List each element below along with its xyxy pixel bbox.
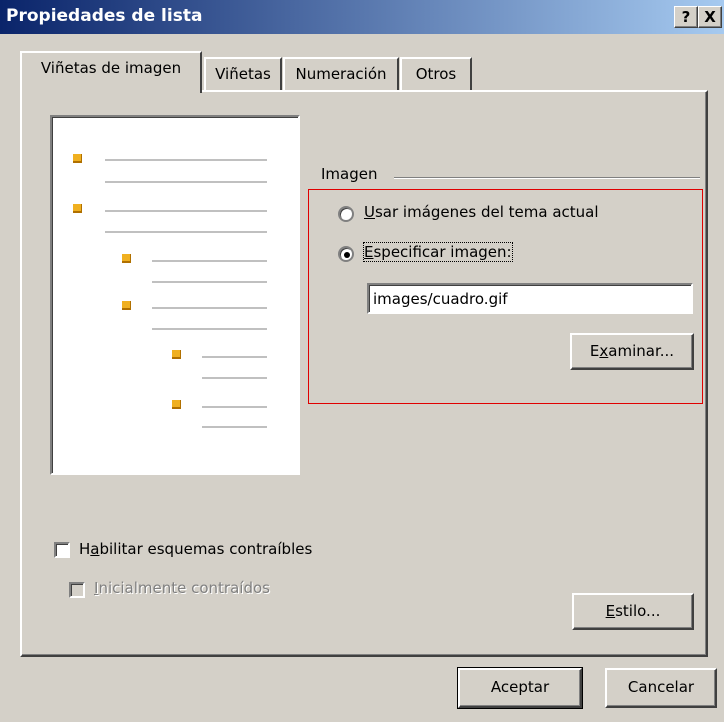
tab-label: Otros	[415, 65, 457, 83]
bullet-preview	[50, 115, 300, 475]
preview-line	[152, 307, 267, 309]
initially-collapsed-label: Inicialmente contraídos	[94, 579, 270, 597]
bullet-icon	[172, 400, 181, 409]
style-button[interactable]: Estilo...	[572, 593, 694, 630]
accelerator-key: x	[599, 342, 609, 360]
group-label-imagen: Imagen	[321, 165, 378, 183]
enable-collapsible-checkbox[interactable]	[54, 542, 70, 558]
preview-line	[202, 406, 267, 408]
radio-specify-label[interactable]: Especificar imagen:	[363, 242, 513, 262]
tab-numeracion[interactable]: Numeración	[283, 57, 399, 91]
ok-button[interactable]: Aceptar	[457, 667, 583, 709]
bullet-icon	[73, 204, 82, 213]
bullet-icon	[122, 254, 131, 263]
preview-line	[105, 181, 267, 183]
image-path-input[interactable]: images/cuadro.gif	[367, 283, 693, 314]
group-divider	[394, 177, 700, 179]
bullet-icon	[122, 301, 131, 310]
preview-line	[105, 159, 267, 161]
preview-line	[105, 231, 267, 233]
tab-vinetas-de-imagen[interactable]: Viñetas de imagen	[20, 51, 202, 93]
tab-vinetas[interactable]: Viñetas	[204, 57, 282, 91]
preview-line	[202, 356, 267, 358]
bullet-icon	[172, 350, 181, 359]
title-bar[interactable]: Propiedades de lista ? X	[0, 0, 724, 34]
label-text: nicialmente contraídos	[98, 579, 270, 597]
enable-collapsible-label[interactable]: Habilitar esquemas contraíbles	[79, 540, 312, 558]
label-text: sar imágenes del tema actual	[374, 203, 599, 221]
preview-line	[202, 377, 267, 379]
preview-line	[152, 328, 267, 330]
radio-use-theme-images[interactable]	[338, 206, 354, 222]
preview-line	[202, 426, 267, 428]
window-title: Propiedades de lista	[6, 6, 203, 26]
label-text: E	[589, 342, 600, 360]
tab-label: Numeración	[295, 65, 387, 83]
preview-line	[152, 260, 267, 262]
cancel-button[interactable]: Cancelar	[605, 668, 717, 708]
accelerator-key: U	[364, 203, 375, 221]
browse-button[interactable]: Examinar...	[570, 333, 694, 370]
tab-otros[interactable]: Otros	[400, 57, 472, 91]
radio-use-theme-label[interactable]: Usar imágenes del tema actual	[364, 203, 599, 221]
label-text: aminar...	[608, 342, 675, 360]
radio-specify-image[interactable]	[338, 246, 354, 262]
label-text: H	[79, 540, 91, 558]
bullet-icon	[73, 154, 82, 163]
accelerator-key: E	[605, 602, 616, 620]
tab-label: Viñetas	[215, 65, 271, 83]
radio-selected-dot	[344, 252, 350, 258]
label-text: specificar imagen:	[373, 243, 512, 261]
preview-line	[105, 210, 267, 212]
initially-collapsed-checkbox[interactable]	[69, 582, 85, 598]
label-text: bilitar esquemas contraíbles	[99, 540, 313, 558]
help-button[interactable]: ?	[674, 6, 698, 28]
tab-label: Viñetas de imagen	[40, 59, 182, 77]
close-button[interactable]: X	[698, 6, 722, 28]
preview-line	[152, 281, 267, 283]
label-text: stilo...	[615, 602, 661, 620]
